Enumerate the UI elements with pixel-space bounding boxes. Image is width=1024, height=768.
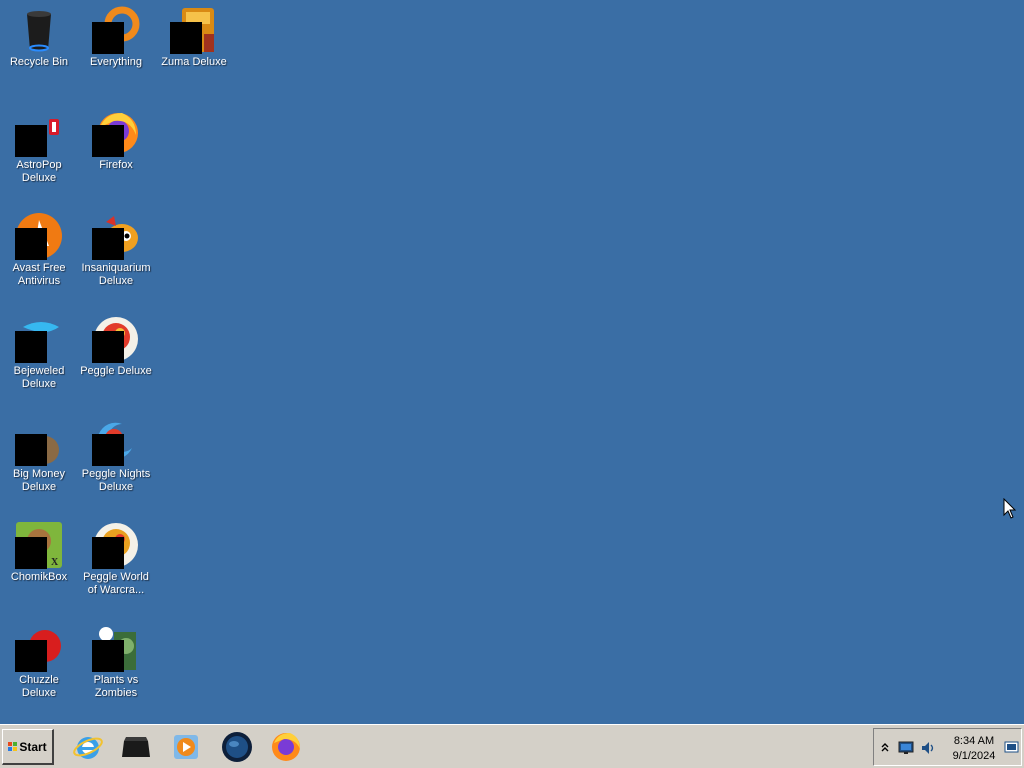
desktop-icon-chuzzle[interactable]: Chuzzle Deluxe	[0, 618, 78, 700]
desktop-icon-insaniquarium[interactable]: Insaniquarium Deluxe	[77, 206, 155, 288]
desktop-icon-label: Plants vs Zombies	[93, 674, 139, 699]
desktop-icon-label: Chuzzle Deluxe	[19, 674, 59, 699]
volume-icon[interactable]	[920, 740, 936, 756]
taskbar: Start 8:34 AM 9/1/2024	[0, 724, 1024, 768]
insaniquarium-icon	[92, 212, 140, 260]
peggle-warcraft-icon	[92, 521, 140, 569]
show-hidden-icons-chevron[interactable]	[881, 743, 889, 753]
desktop-icon-peggle-nights[interactable]: Peggle Nights Deluxe	[77, 412, 155, 494]
desktop-icon-label: Zuma Deluxe	[161, 56, 227, 68]
desktop-icon-bejeweled[interactable]: Bejeweled Deluxe	[0, 309, 78, 391]
svg-text:X: X	[51, 557, 59, 568]
network-icon[interactable]	[898, 741, 914, 755]
desktop-icon-label: Peggle World of Warcra...	[83, 571, 149, 596]
recycle-bin-icon	[15, 6, 63, 54]
internet-explorer-icon[interactable]	[72, 731, 104, 763]
desktop-icon-label: Insaniquarium Deluxe	[81, 262, 151, 287]
desktop-icon-chomikbox[interactable]: X ChomikBox	[0, 515, 78, 584]
desktop-icon-everything[interactable]: Everything	[77, 0, 155, 69]
mouse-cursor-icon	[1003, 498, 1017, 519]
desktop-icon-label: Big Money Deluxe	[13, 468, 65, 493]
desktop-icon-label: Everything	[90, 56, 142, 68]
desktop-icon-plants-vs-zombies[interactable]: Plants vs Zombies	[77, 618, 155, 700]
plants-vs-zombies-icon	[92, 624, 140, 672]
clock[interactable]: 8:34 AM 9/1/2024	[944, 734, 1004, 764]
firefox-icon	[92, 109, 140, 157]
desktop-icon-zuma-deluxe[interactable]: Zuma Deluxe	[155, 0, 233, 69]
start-button[interactable]: Start	[2, 729, 54, 765]
clock-time: 8:34 AM	[953, 735, 995, 747]
terminal-icon[interactable]	[120, 731, 152, 763]
desktop-icon-peggle-warcraft[interactable]: Peggle World of Warcra...	[77, 515, 155, 597]
desktop-icon-label: Peggle Deluxe	[80, 365, 152, 377]
astropop-icon	[15, 109, 63, 157]
desktop-icon-label: Firefox	[99, 159, 133, 171]
chuzzle-icon	[15, 624, 63, 672]
zuma-deluxe-icon	[170, 6, 218, 54]
peggle-icon	[92, 315, 140, 363]
desktop-icon-big-money[interactable]: Big Money Deluxe	[0, 412, 78, 494]
firefox-icon[interactable]	[270, 731, 302, 763]
desktop-icon-label: Avast Free Antivirus	[12, 262, 66, 287]
desktop-icon-peggle[interactable]: Peggle Deluxe	[77, 309, 155, 378]
desktop: Recycle Bin AstroPop Deluxe Avast Free A…	[0, 0, 1024, 724]
desktop-icon-label: Peggle Nights Deluxe	[81, 468, 151, 493]
big-money-icon	[15, 418, 63, 466]
desktop-icon-firefox[interactable]: Firefox	[77, 103, 155, 172]
desktop-icon-label: AstroPop Deluxe	[16, 159, 62, 184]
bejeweled-icon	[15, 315, 63, 363]
windows-logo-icon	[8, 742, 18, 751]
desktop-icon-avast[interactable]: Avast Free Antivirus	[0, 206, 78, 288]
chomikbox-icon: X	[15, 521, 63, 569]
desktop-icon-label: Bejeweled Deluxe	[13, 365, 65, 390]
avast-icon	[15, 212, 63, 260]
desktop-icon-label: ChomikBox	[10, 571, 68, 583]
globe-icon[interactable]	[221, 731, 253, 763]
start-label: Start	[19, 739, 47, 754]
desktop-icon-label: Recycle Bin	[9, 56, 69, 68]
desktop-icon-recycle-bin[interactable]: Recycle Bin	[0, 0, 78, 69]
peggle-nights-icon	[92, 418, 140, 466]
media-player-icon[interactable]	[170, 731, 202, 763]
everything-search-icon	[92, 6, 140, 54]
action-center-icon[interactable]	[1004, 741, 1019, 755]
system-tray: 8:34 AM 9/1/2024	[873, 728, 1022, 766]
desktop-icon-astropop[interactable]: AstroPop Deluxe	[0, 103, 78, 185]
clock-date: 9/1/2024	[952, 750, 996, 762]
